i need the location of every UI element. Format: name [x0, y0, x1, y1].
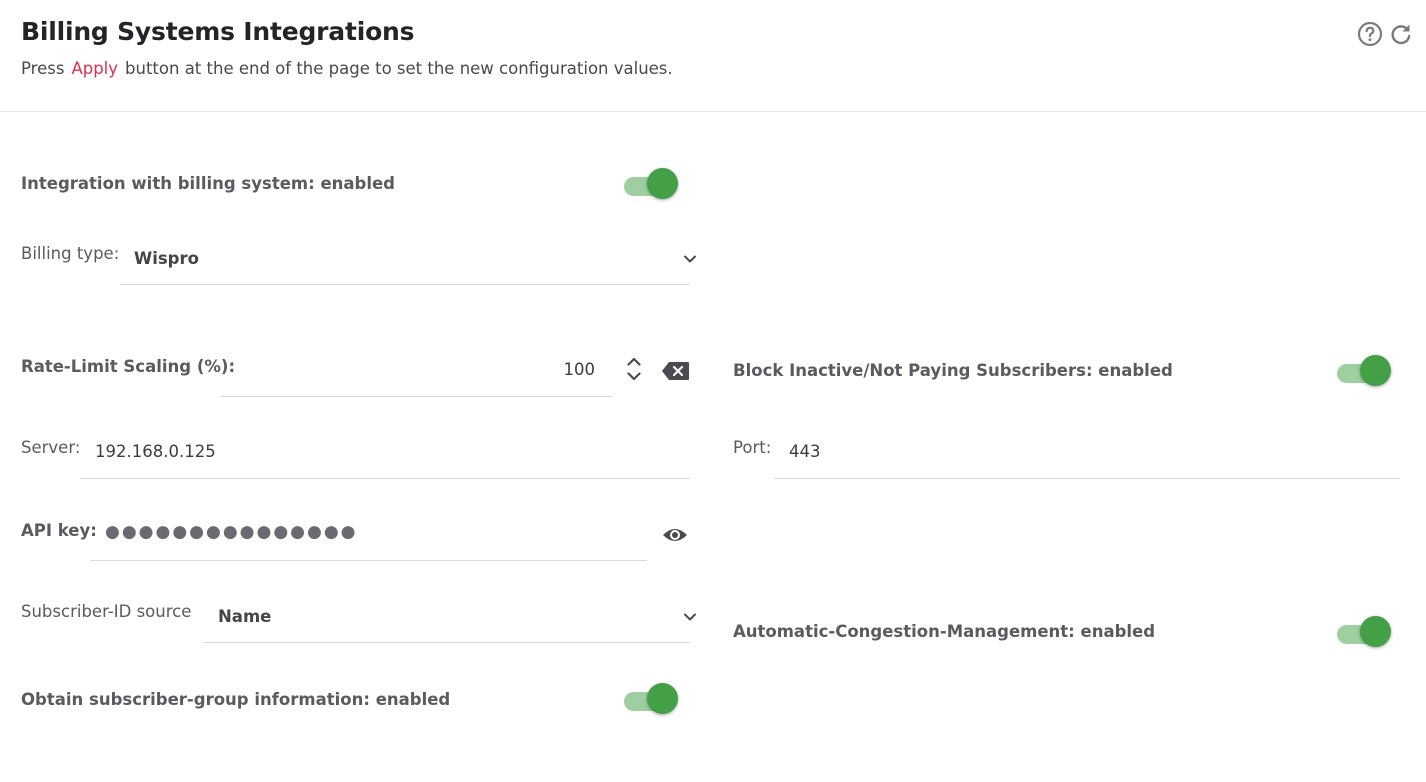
block-inactive-label: Block Inactive/Not Paying Subscribers: e… [733, 361, 1173, 380]
subscriber-id-source-select[interactable] [203, 598, 690, 643]
port-value: 443 [789, 442, 821, 461]
rate-limit-underline [221, 396, 613, 397]
port-underline [774, 478, 1400, 479]
server-underline [80, 478, 690, 479]
port-input[interactable] [774, 433, 1400, 478]
chevron-down-icon[interactable] [680, 607, 700, 627]
rate-limit-label: Rate-Limit Scaling (%): [21, 357, 236, 376]
toggle-knob [1360, 616, 1391, 647]
server-value: 192.168.0.125 [95, 442, 216, 461]
page-subtitle: Press Apply button at the end of the page … [21, 59, 673, 78]
backspace-clear-icon[interactable] [660, 360, 690, 382]
subtitle-text-after: button at the end of the page to set the… [125, 59, 673, 78]
billing-type-underline [120, 284, 690, 285]
subscriber-id-source-label: Subscriber-ID source [21, 602, 192, 621]
auto-congestion-label: Automatic-Congestion-Management: enabled [733, 622, 1156, 641]
obtain-group-label: Obtain subscriber-group information: ena… [21, 690, 451, 709]
eye-visibility-icon[interactable] [660, 522, 690, 548]
api-key-label: API key: [21, 521, 97, 540]
toggle-knob [647, 168, 678, 199]
stepper-arrows-icon[interactable] [622, 354, 646, 384]
integration-label: Integration with billing system: enabled [21, 174, 395, 193]
chevron-down-icon[interactable] [680, 249, 700, 269]
api-key-underline [90, 560, 647, 561]
billing-type-select[interactable] [120, 240, 690, 285]
apply-link[interactable]: Apply [71, 59, 118, 78]
obtain-group-toggle[interactable] [624, 682, 680, 716]
auto-congestion-toggle[interactable] [1337, 615, 1393, 649]
rate-limit-value: 100 [563, 360, 596, 379]
help-circle-icon[interactable] [1357, 21, 1383, 47]
subtitle-text-before: Press [21, 59, 65, 78]
subscriber-id-source-underline [203, 642, 690, 643]
page-title: Billing Systems Integrations [21, 17, 415, 46]
toggle-knob [647, 683, 678, 714]
integration-toggle[interactable] [624, 167, 680, 201]
server-label: Server: [21, 438, 81, 457]
billing-type-label: Billing type: [21, 244, 120, 263]
toggle-knob [1360, 355, 1391, 386]
billing-type-value: Wispro [134, 249, 199, 268]
api-key-masked-value: ●●●●●●●●●●●●●●● [105, 522, 358, 542]
block-inactive-toggle[interactable] [1337, 354, 1393, 388]
subscriber-id-source-value: Name [218, 607, 272, 626]
port-label: Port: [733, 438, 772, 457]
refresh-icon[interactable] [1388, 21, 1414, 47]
